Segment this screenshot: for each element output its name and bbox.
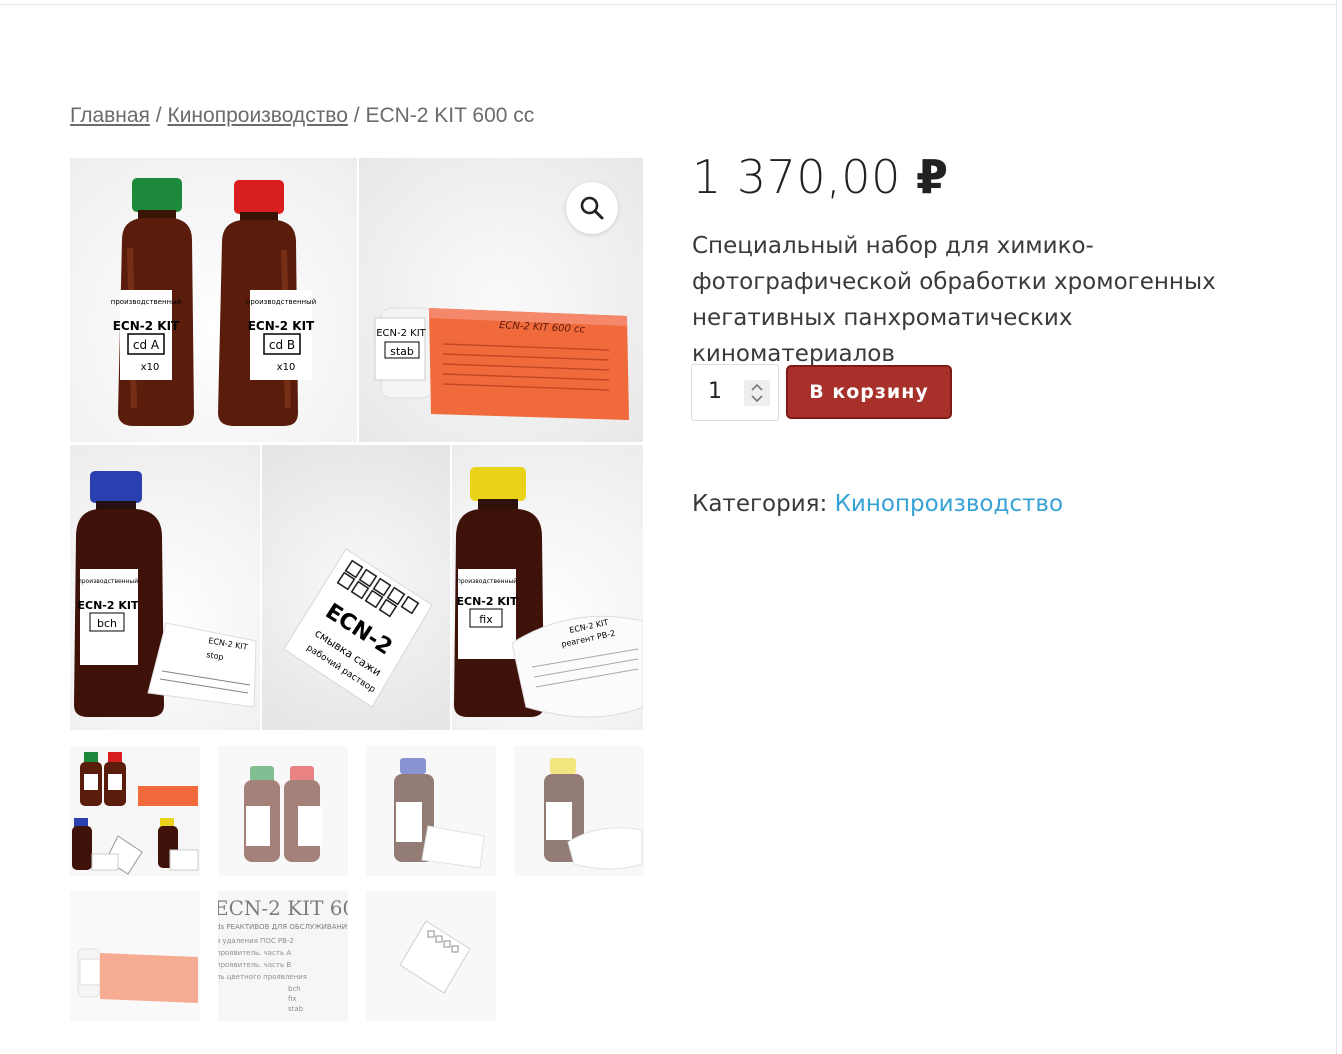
quantity-input[interactable]: 1 (708, 379, 722, 404)
gallery-panel-ecn2-card: ECN-2 смывка сажи рабочий раствор (262, 445, 450, 730)
breadcrumb-home-link[interactable]: Главная (70, 104, 150, 127)
category-label: Категория: (692, 491, 828, 517)
bottle-label-kit: ECN-2 KIT (376, 328, 426, 339)
product-short-description: Специальный набор для химико-фотографиче… (692, 233, 1216, 367)
product-price: 1 370,00 ₽ (692, 150, 948, 204)
top-border (0, 4, 1336, 5)
thumbnail-ecn2-card[interactable] (366, 891, 496, 1021)
bottle-label-coop: производственный (246, 298, 316, 306)
product-category: Категория: Кинопроизводство (692, 491, 1063, 517)
bottle-label-stab: stab (390, 345, 414, 358)
price-amount: 1 370,00 (692, 150, 901, 204)
thumb-list-row: ds РЕАКТИВОВ ДЛЯ ОБСЛУЖИВАНИЯ (218, 923, 348, 931)
gallery-panel-bch-bottle: производственный ECN-2 KIT bch ECN-2 KIT… (70, 445, 260, 730)
bottle-cap-red (234, 180, 284, 214)
chevron-up-icon (751, 383, 763, 391)
bottle-label-kit: ECN-2 KIT (248, 319, 315, 333)
bottle-label-coop: производственный (78, 578, 138, 585)
bottle-label-x10: x10 (141, 362, 160, 373)
thumb-list-row: ль цветного проявления (218, 973, 307, 981)
bottle-label-fix: fix (479, 613, 493, 626)
thumb-list-title: ECN-2 KIT 600 (218, 896, 348, 920)
thumbnail-cd-bottles[interactable] (218, 746, 348, 876)
quantity-stepper[interactable]: 1 (691, 364, 779, 421)
thumbnail-collage[interactable] (70, 746, 200, 876)
bottle-label-cda: cd A (133, 338, 160, 352)
bottle-cap-green (132, 178, 182, 212)
thumbnail-bch-bottle[interactable] (366, 746, 496, 876)
breadcrumb-separator: / (353, 104, 360, 127)
thumb-list-row: проявитель. часть A (218, 949, 291, 957)
thumbnail-stab-box[interactable] (70, 891, 200, 1021)
thumb-list-row: stab (288, 1005, 304, 1013)
bottle-label-kit: ECN-2 KIT (78, 599, 139, 612)
bottle-label-kit: ECN-2 KIT (457, 595, 518, 608)
thumb-list-row: bch (288, 985, 301, 993)
bottle-cap-yellow (470, 467, 526, 501)
bottle-label-coop: производственный (111, 298, 181, 306)
thumbnail-contents-list[interactable]: ECN-2 KIT 600 ds РЕАКТИВОВ ДЛЯ ОБСЛУЖИВА… (218, 891, 348, 1021)
thumb-list-row: проявитель. часть B (218, 961, 291, 969)
right-border (1336, 0, 1337, 1054)
product-main-image[interactable]: производственный ECN-2 KIT cd A x10 прои… (70, 158, 643, 730)
quantity-spinner[interactable] (744, 380, 770, 406)
breadcrumb-separator: / (155, 104, 162, 127)
gallery-panel-cd-bottles: производственный ECN-2 KIT cd A x10 прои… (70, 158, 357, 442)
breadcrumb: Главная / Кинопроизводство / ECN-2 KIT 6… (70, 104, 534, 128)
breadcrumb-current: ECN-2 KIT 600 cc (365, 104, 535, 127)
currency-symbol: ₽ (915, 150, 949, 204)
category-link[interactable]: Кинопроизводство (835, 491, 1063, 517)
zoom-button[interactable] (566, 182, 618, 234)
thumb-list-row: fix (288, 995, 297, 1003)
thumb-list-row: я удаления ПОС РВ-2 (218, 937, 294, 945)
add-to-cart-button[interactable]: В корзину (786, 365, 952, 419)
search-icon (580, 196, 604, 220)
chevron-down-icon (751, 395, 763, 403)
bottle-label-x10: x10 (277, 362, 296, 373)
gallery-panel-fix-bottle: производственный ECN-2 KIT fix ECN-2 KIT… (452, 445, 643, 730)
bottle-label-cdb: cd B (269, 338, 295, 352)
bottle-cap-blue (90, 471, 142, 503)
bottle-label-coop: производственный (457, 578, 517, 585)
thumbnail-fix-bottle[interactable] (514, 746, 644, 876)
bottle-label-bch: bch (97, 617, 117, 630)
breadcrumb-category-link[interactable]: Кинопроизводство (167, 104, 347, 127)
bottle-label-kit: ECN-2 KIT (113, 319, 180, 333)
